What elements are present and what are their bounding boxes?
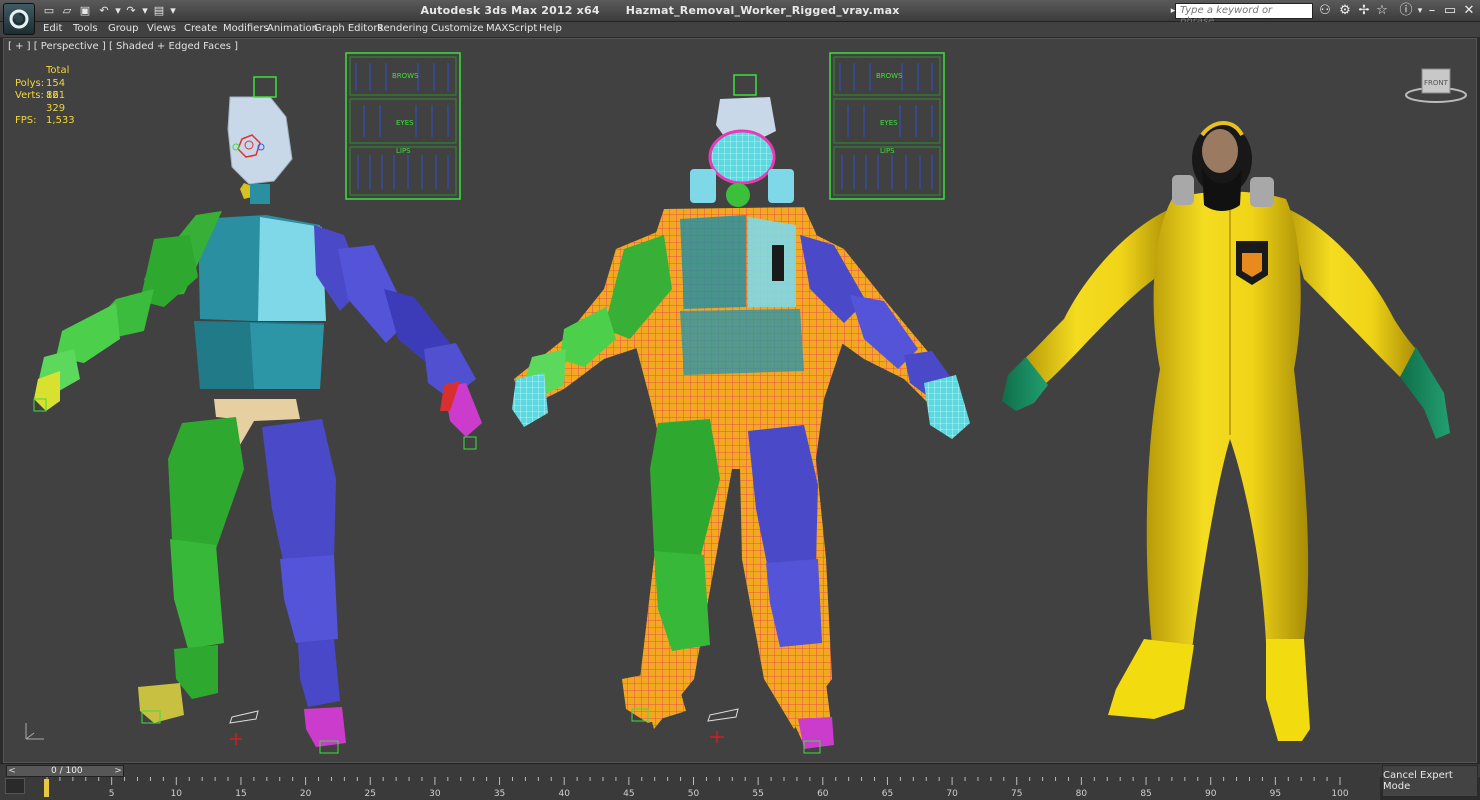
timeline-tick-label: 70 <box>946 789 958 799</box>
title-bar: ▭ ▱ ▣ ↶ ▾ ↷ ▾ ▤ ▾ Autodesk 3ds Max 2012 … <box>0 0 1480 35</box>
track-bar[interactable]: 5 10 15 20 25 30 35 40 45 50 55 60 65 70 75 80 85 90 95 100 <box>0 777 1380 800</box>
timeline-tick-label: 100 <box>1331 789 1348 799</box>
panel-label-brows: BROWS <box>392 72 419 80</box>
fps-value: 1,533 <box>46 115 75 126</box>
timeline-tick-label: 55 <box>752 789 763 799</box>
menu-help[interactable]: Help <box>539 23 562 34</box>
track-bar-ruler[interactable]: 5 10 15 20 25 30 35 40 45 50 55 60 65 70 75 80 85 90 95 100 <box>0 777 1380 800</box>
timeline-tick-label: 85 <box>1140 789 1151 799</box>
menu-customize[interactable]: Customize <box>431 23 484 34</box>
window-title: Autodesk 3ds Max 2012 x64 Hazmat_Removal… <box>0 4 1320 17</box>
current-frame-marker[interactable] <box>44 779 49 797</box>
menu-rendering[interactable]: Rendering <box>377 23 428 34</box>
minimize-icon[interactable]: – <box>1424 3 1440 19</box>
menu-group[interactable]: Group <box>108 23 138 34</box>
timeline-tick-label: 20 <box>300 789 312 799</box>
next-frame-icon[interactable]: > <box>113 766 123 776</box>
menu-bar: Edit Tools Group Views Create Modifiers … <box>0 22 1480 38</box>
app-title: Autodesk 3ds Max 2012 x64 <box>420 4 600 17</box>
fps-label: FPS: <box>15 115 37 126</box>
stats-header: Total <box>46 65 70 76</box>
communication-center-icon[interactable]: ✢ <box>1356 3 1372 19</box>
app-logo-icon[interactable] <box>3 3 35 35</box>
close-icon[interactable]: ✕ <box>1461 3 1477 19</box>
face-control-panel-left[interactable]: BROWS EYES LIPS <box>345 52 461 200</box>
panel-label-lips: LIPS <box>396 147 411 155</box>
panel-label-eyes: EYES <box>396 119 414 127</box>
timeline-tick-label: 60 <box>817 789 829 799</box>
rig-figure-middle[interactable] <box>512 74 970 754</box>
maximize-icon[interactable]: ▭ <box>1442 3 1458 19</box>
menu-modifiers[interactable]: Modifiers <box>223 23 269 34</box>
polys-label: Polys: <box>15 77 45 89</box>
menu-graph-editors[interactable]: Graph Editors <box>314 23 383 34</box>
timeline-tick-label: 45 <box>623 789 634 799</box>
rig-figure-left[interactable] <box>33 76 482 754</box>
timeline-tick-label: 25 <box>365 789 376 799</box>
rendered-hazmat-worker[interactable] <box>1002 121 1450 741</box>
prev-frame-icon[interactable]: < <box>7 766 17 776</box>
menu-tools[interactable]: Tools <box>73 23 98 34</box>
timeline-tick-label: 95 <box>1270 789 1281 799</box>
timeline-tick-label: 65 <box>882 789 893 799</box>
timeline-tick-label: 30 <box>429 789 441 799</box>
perspective-viewport[interactable]: BROWS EYES LIPS BROWS EYES LIPS FRONT [… <box>3 38 1477 763</box>
panel-label-eyes-2: EYES <box>880 119 898 127</box>
axis-tripod-icon <box>25 723 44 740</box>
timeline-tick-label: 15 <box>235 789 246 799</box>
face-control-panel-middle[interactable]: BROWS EYES LIPS <box>829 52 945 200</box>
time-slider-value: 0 / 100 <box>51 766 83 776</box>
timeline-tick-label: 10 <box>171 789 183 799</box>
cancel-expert-mode-button[interactable]: Cancel Expert Mode <box>1382 765 1478 797</box>
timeline-tick-label: 50 <box>688 789 700 799</box>
menu-views[interactable]: Views <box>147 23 176 34</box>
viewcube-icon[interactable]: FRONT <box>1405 68 1467 103</box>
timeline-tick-label: 75 <box>1011 789 1022 799</box>
verts-label: Verts: <box>15 90 44 101</box>
viewcube-label: FRONT <box>1424 79 1449 87</box>
mini-curve-editor-icon[interactable] <box>5 778 25 794</box>
timeline-tick-label: 40 <box>558 789 570 799</box>
panel-label-brows-2: BROWS <box>876 72 903 80</box>
panel-label-lips-2: LIPS <box>880 147 895 155</box>
subscription-center-icon[interactable]: ⚙ <box>1337 3 1353 19</box>
file-title: Hazmat_Removal_Worker_Rigged_vray.max <box>625 4 900 17</box>
favorites-star-icon[interactable]: ☆ <box>1374 3 1390 19</box>
viewport-label[interactable]: [ + ] [ Perspective ] [ Shaded + Edged F… <box>8 41 238 52</box>
search-input[interactable]: Type a keyword or phrase <box>1175 3 1313 27</box>
scene-canvas[interactable]: BROWS EYES LIPS BROWS EYES LIPS FRONT <box>4 39 1477 763</box>
timeline-tick-label: 80 <box>1076 789 1088 799</box>
time-slider-bar: < 0 / 100 > <box>0 763 1480 777</box>
timeline-tick-label: 35 <box>494 789 505 799</box>
timeline-tick-label: 90 <box>1205 789 1217 799</box>
menu-create[interactable]: Create <box>184 23 217 34</box>
timeline-tick-label: 5 <box>109 789 115 799</box>
menu-animation[interactable]: Animation <box>267 23 318 34</box>
time-slider[interactable]: < 0 / 100 > <box>6 765 124 777</box>
menu-edit[interactable]: Edit <box>43 23 62 34</box>
verts-value: 86 329 <box>46 90 66 114</box>
binoculars-icon[interactable]: ⚇ <box>1317 3 1333 19</box>
menu-maxscript[interactable]: MAXScript <box>486 23 537 34</box>
